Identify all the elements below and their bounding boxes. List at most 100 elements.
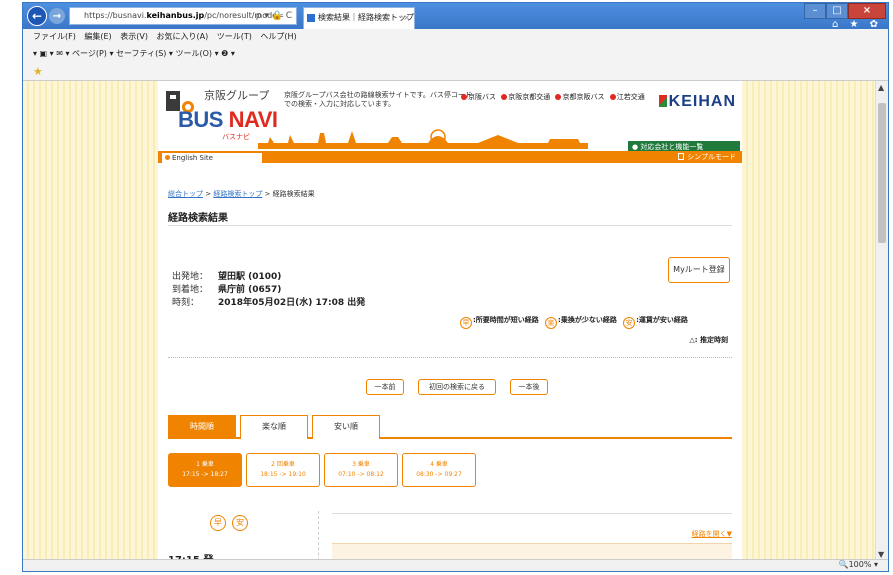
cheap-route-label: :運賃が安い経路 (636, 316, 688, 324)
breadcrumb-sep: > (203, 190, 214, 198)
corp-list-label: 対応会社と機能一覧 (640, 143, 704, 151)
link-dot-icon (501, 94, 508, 100)
tab-time-order[interactable]: 時間順 (168, 415, 236, 439)
title-divider (168, 225, 732, 226)
company-link-kyoto-kotsu[interactable]: 京阪京都交通 (508, 93, 550, 101)
tab-cheap-order[interactable]: 安い順 (312, 415, 380, 439)
command-items[interactable]: ▾ ▣ ▾ ✉ ▾ ページ(P) ▾ セーフティ(S) ▾ ツール(O) ▾ ❷… (33, 49, 235, 58)
zoom-level[interactable]: 🔍100% ▾ (839, 560, 878, 569)
tab-title: 検索結果｜経路検索トップ... (318, 13, 415, 22)
next-bus-button[interactable]: 一本後 (510, 379, 548, 395)
my-route-button[interactable]: Myルート登録 (668, 257, 730, 283)
candidate-label: 1 乗車 (196, 461, 214, 468)
company-link-keihan[interactable]: 京阪バス (468, 93, 496, 101)
url-host: keihanbus.jp (146, 11, 205, 20)
time-pager: 一本前 初回の検索に戻る 一本後 (366, 379, 548, 395)
menu-bar[interactable]: ファイル(F) 編集(E) 表示(V) お気に入り(A) ツール(T) ヘルプ(… (23, 29, 888, 45)
company-link-kojaku[interactable]: 江若交通 (617, 93, 645, 101)
candidate-time: 17:15 -> 18:27 (182, 471, 228, 478)
site-header: 京阪グループ BUS NAVI バスナビ 京阪グループバス会社の路線検索サイトで… (158, 81, 742, 163)
page-title: 経路検索結果 (168, 213, 228, 224)
page-viewport: 京阪グループ BUS NAVI バスナビ 京阪グループバス会社の路線検索サイトで… (23, 81, 877, 561)
maximize-button[interactable]: □ (826, 3, 848, 19)
route-candidate-3[interactable]: 3 乗車 07:10 -> 08:12 (324, 453, 398, 487)
company-links: 京阪バス 京阪京都交通 京都京阪バス 江若交通 (458, 92, 645, 102)
logo-kana: バスナビ (222, 133, 250, 141)
route-candidate-2[interactable]: 2 回乗車 18:15 -> 19:10 (246, 453, 320, 487)
easy-route-label: :乗換が少ない経路 (558, 316, 617, 324)
left-stripe (23, 81, 158, 561)
link-dot-icon (461, 94, 467, 100)
section-divider (168, 357, 732, 358)
logo-bus-text: BUS (178, 107, 223, 132)
tab-easy-order[interactable]: 楽な順 (240, 415, 308, 439)
back-button[interactable]: ← (27, 6, 47, 26)
favorites-bar: ★ (23, 63, 888, 81)
breadcrumb-top[interactable]: 総合トップ (168, 190, 203, 198)
command-bar[interactable]: ▾ ▣ ▾ ✉ ▾ ページ(P) ▾ セーフティ(S) ▾ ツール(O) ▾ ❷… (23, 45, 888, 63)
close-button[interactable]: × (848, 3, 886, 19)
breadcrumb-current: 経路検索結果 (272, 190, 315, 198)
sort-tabs: 時間順 楽な順 安い順 (168, 413, 732, 439)
page-content: 京阪グループ BUS NAVI バスナビ 京阪グループバス会社の路線検索サイトで… (158, 81, 742, 561)
kyoto-skyline-illustration (258, 129, 588, 149)
breadcrumb-route-top[interactable]: 経路検索トップ (213, 190, 262, 198)
estimate-note: △: 推定時刻 (689, 336, 728, 344)
time-value: 2018年05月02日(水) 17:08 出発 (218, 298, 366, 308)
group-name: 京阪グループ (204, 89, 270, 102)
fast-route-label: :所要時間が短い経路 (473, 316, 539, 324)
candidate-time: 07:10 -> 08:12 (338, 471, 384, 478)
favorites-star-icon[interactable]: ★ (33, 65, 43, 78)
window-controls: – □ × (804, 3, 886, 19)
forward-button[interactable]: → (49, 8, 65, 24)
title-bar: ← → https://busnavi.keihanbus.jp/pc/nore… (23, 3, 888, 30)
english-dot-icon (165, 155, 170, 160)
breadcrumb-sep: > (262, 190, 273, 198)
route-candidate-4[interactable]: 4 乗車 08:30 -> 09:27 (402, 453, 476, 487)
fast-route-icon: 早 (460, 317, 472, 329)
route-badges: 早 安 (210, 515, 248, 531)
right-stripe (742, 81, 877, 561)
address-bar-icons[interactable]: ρ ▾ 🔒 C (256, 8, 292, 24)
company-link-kyoto-keihan[interactable]: 京都京阪バス (562, 93, 604, 101)
route-candidate-1[interactable]: 1 乗車 17:15 -> 18:27 (168, 453, 242, 487)
from-label: 出発地： (172, 272, 209, 282)
vertical-scrollbar[interactable]: ▲ ▼ (875, 81, 888, 561)
site-description: 京阪グループバス会社の路線検索サイトです。バス停コードでの検索・入力に対応してい… (284, 91, 472, 108)
minimize-button[interactable]: – (804, 3, 826, 19)
fast-badge-icon: 早 (210, 515, 226, 531)
scroll-thumb[interactable] (878, 103, 886, 243)
address-bar[interactable]: https://busnavi.keihanbus.jp/pc/noresult… (69, 7, 297, 25)
breadcrumb: 総合トップ > 経路検索トップ > 経路検索結果 (168, 189, 315, 199)
keihan-logo[interactable]: KEIHAN (658, 93, 736, 111)
browser-window: ← → https://busnavi.keihanbus.jp/pc/nore… (22, 2, 889, 572)
url-prefix: https://busnavi. (84, 11, 147, 20)
open-route-link[interactable]: 経路を開く▼ (692, 529, 732, 539)
back-to-first-search-button[interactable]: 初回の検索に戻る (418, 379, 496, 395)
link-dot-icon (555, 94, 562, 100)
simple-mode-link[interactable]: シンプルモード (678, 152, 736, 162)
to-value: 県庁前 (0657) (218, 285, 282, 295)
candidate-time: 08:30 -> 09:27 (416, 471, 462, 478)
english-site-link[interactable]: English Site (162, 153, 262, 163)
cheap-route-icon: 安 (623, 317, 636, 329)
scroll-up-icon[interactable]: ▲ (878, 83, 884, 92)
browser-tab[interactable]: 検索結果｜経路検索トップ... × (303, 7, 415, 29)
route-candidates: 1 乗車 17:15 -> 18:27 2 回乗車 18:15 -> 19:10 3… (168, 453, 476, 487)
tab-close-icon[interactable]: × (403, 8, 410, 28)
easy-route-icon: 楽 (545, 317, 558, 329)
cheap-badge-icon: 安 (232, 515, 248, 531)
simple-mode-label: シンプルモード (687, 153, 736, 161)
keihan-text: KEIHAN (668, 93, 736, 110)
keihan-flag-icon (658, 95, 667, 107)
english-label: English Site (172, 154, 213, 162)
candidate-label: 2 回乗車 (271, 461, 295, 468)
previous-bus-button[interactable]: 一本前 (366, 379, 404, 395)
candidate-time: 18:15 -> 19:10 (260, 471, 306, 478)
to-label: 到着地： (172, 285, 209, 295)
route-detail: 経路を開く▼ (332, 513, 732, 561)
candidate-label: 4 乗車 (430, 461, 448, 468)
route-legend: 早:所要時間が短い経路 楽:乗換が少ない経路 安:運賃が安い経路 (460, 315, 692, 329)
scroll-down-icon[interactable]: ▼ (878, 550, 884, 559)
from-value: 望田駅 (0100) (218, 272, 282, 282)
